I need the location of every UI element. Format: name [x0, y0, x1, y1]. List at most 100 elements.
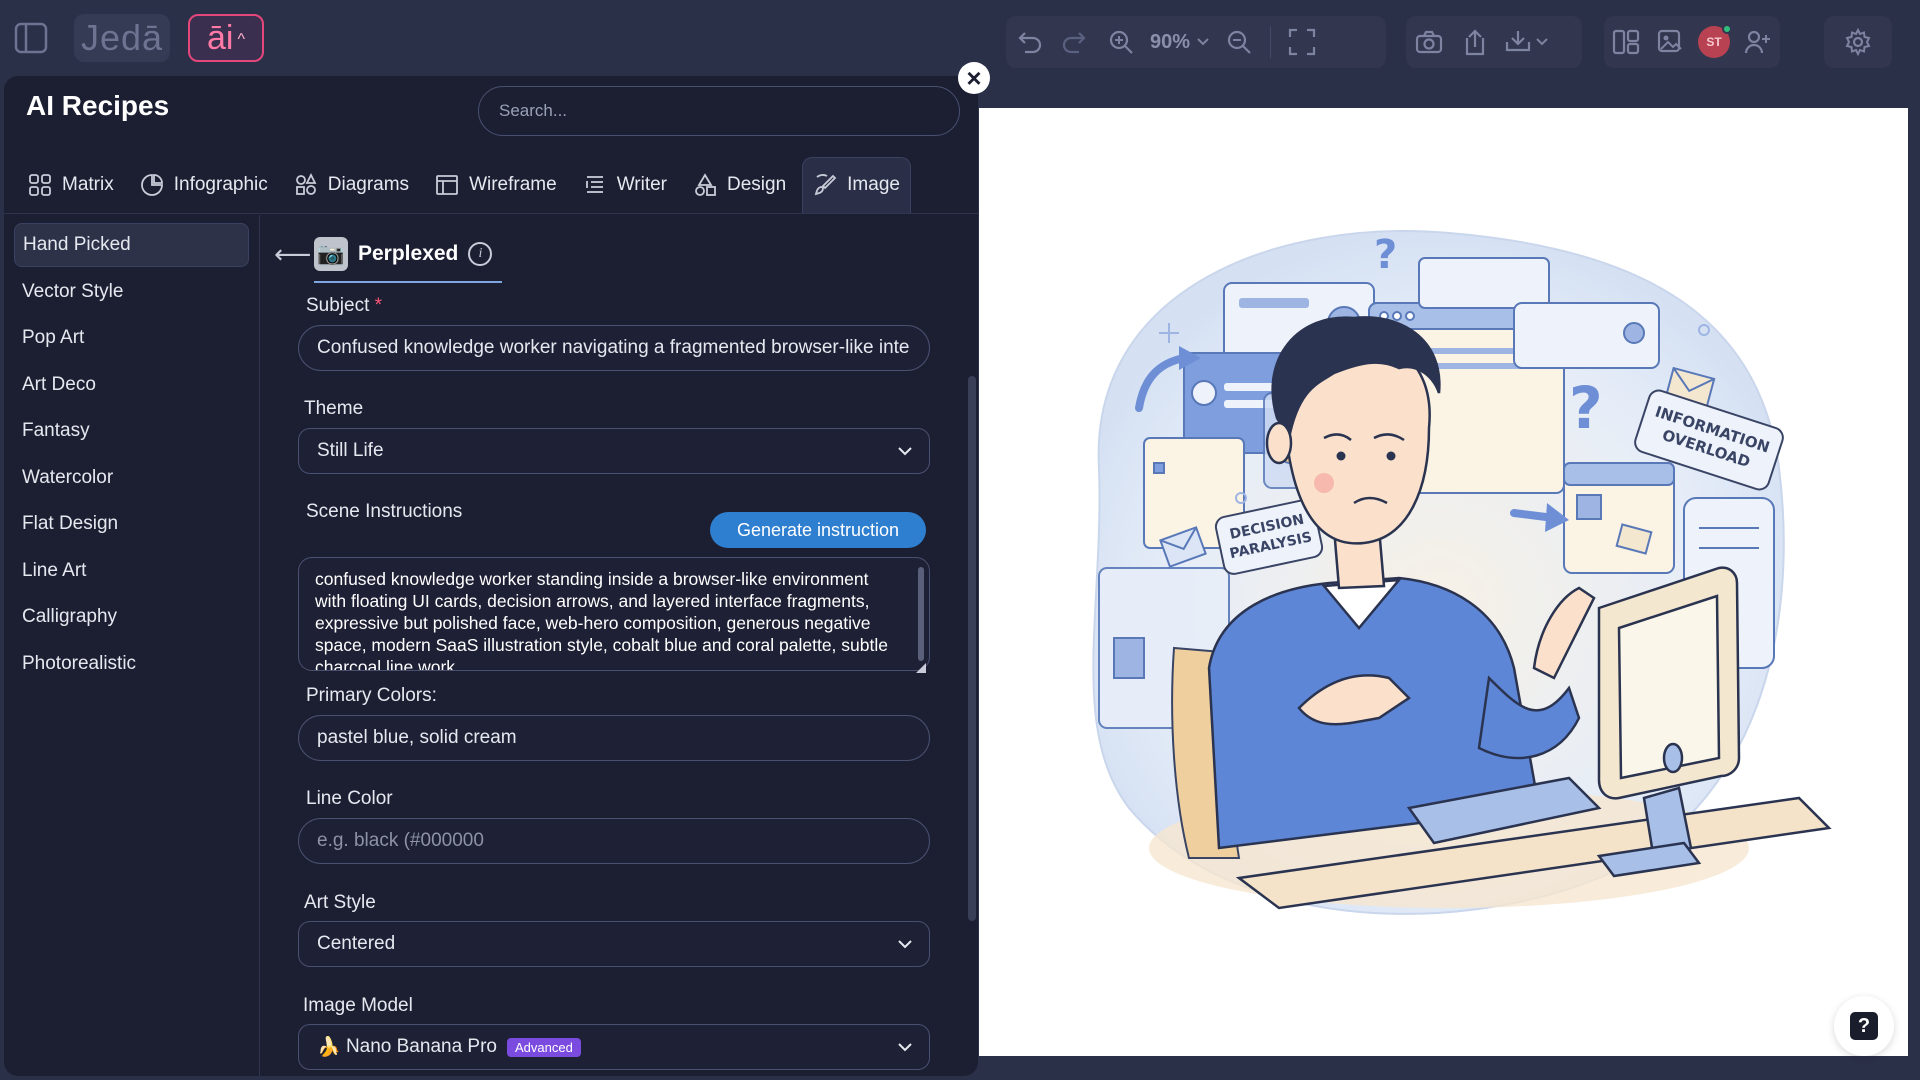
recipe-thumbnail: 📷 [314, 237, 348, 271]
zoom-in-button[interactable] [1098, 22, 1144, 62]
tab-design[interactable]: Design [683, 157, 796, 213]
tab-label: Image [847, 174, 900, 195]
help-button[interactable]: ? [1834, 996, 1894, 1056]
ai-recipes-panel: AI Recipes Matrix Infographic Diagrams W… [4, 76, 978, 1076]
category-item-calligraphy[interactable]: Calligraphy [14, 595, 249, 639]
art-style-label: Art Style [304, 892, 376, 913]
upload-button[interactable] [1452, 22, 1498, 62]
category-item-line-art[interactable]: Line Art [14, 549, 249, 593]
redo-button[interactable] [1052, 22, 1098, 62]
screenshot-button[interactable] [1406, 22, 1452, 62]
gallery-button[interactable] [1648, 22, 1692, 62]
svg-text:?: ? [1374, 232, 1397, 278]
primary-colors-input[interactable]: pastel blue, solid cream [298, 715, 930, 761]
image-model-select[interactable]: 🍌 Nano Banana Pro Advanced [298, 1024, 930, 1070]
undo-icon [1018, 32, 1042, 54]
brush-icon [814, 174, 837, 196]
fit-screen-button[interactable] [1279, 22, 1325, 62]
model-badge: Advanced [507, 1037, 581, 1057]
text-lines-icon [585, 175, 603, 193]
layout-button[interactable] [1604, 22, 1648, 62]
category-item-pop-art[interactable]: Pop Art [14, 316, 249, 360]
undo-button[interactable] [1006, 22, 1052, 62]
generated-illustration: ? ? DECISION PARALYSIS INFORMATION OVERL… [1092, 230, 1832, 915]
art-style-value: Centered [317, 933, 396, 954]
chevron-up-icon: ^ [237, 31, 245, 48]
add-user-button[interactable] [1736, 22, 1780, 62]
tab-matrix[interactable]: Matrix [18, 157, 124, 213]
tab-image[interactable]: Image [802, 156, 911, 213]
image-gallery-icon [1657, 29, 1682, 53]
toolbar-divider [1270, 26, 1272, 58]
tab-writer[interactable]: Writer [573, 157, 677, 213]
recipe-name: Perplexed [358, 242, 459, 265]
tab-label: Design [727, 173, 787, 195]
line-color-input[interactable]: e.g. black (#000000 [298, 818, 930, 864]
category-item-photorealistic[interactable]: Photorealistic [14, 642, 249, 686]
recipe-form: ⟵ 📷 Perplexed i Subject * Confused knowl… [266, 215, 978, 1076]
tab-wireframe[interactable]: Wireframe [425, 157, 567, 213]
primary-colors-label: Primary Colors: [306, 685, 437, 706]
category-item-fantasy[interactable]: Fantasy [14, 409, 249, 453]
chevron-down-icon [898, 940, 912, 949]
redo-icon [1062, 32, 1086, 54]
generate-instruction-button[interactable]: Generate instruction [710, 512, 926, 548]
ai-label: āi [207, 18, 234, 57]
avatar-initials: ST [1706, 35, 1722, 49]
required-marker: * [374, 295, 383, 316]
export-toolbar-group [1406, 16, 1582, 68]
question-mark-icon: ? [1850, 1012, 1878, 1040]
add-user-icon [1744, 30, 1770, 54]
art-style-select[interactable]: Centered [298, 921, 930, 967]
tab-diagrams[interactable]: Diagrams [284, 157, 419, 213]
image-model-value: Nano Banana Pro [345, 1036, 497, 1057]
settings-button[interactable] [1835, 22, 1881, 62]
zoom-value: 90% [1150, 30, 1191, 53]
scene-instructions-textarea[interactable]: confused knowledge worker standing insid… [298, 557, 930, 671]
chevron-down-icon [898, 1043, 912, 1052]
close-icon: × [966, 63, 982, 93]
chevron-down-icon [898, 447, 912, 456]
tab-label: Writer [616, 173, 667, 195]
category-item-flat-design[interactable]: Flat Design [14, 502, 249, 546]
logo-text: Jedā [80, 17, 164, 58]
ai-menu-button[interactable]: āi ^ [188, 14, 264, 62]
sidebar-toggle-button[interactable] [10, 18, 52, 58]
subject-label: Subject * [306, 295, 382, 317]
subject-input[interactable]: Confused knowledge worker navigating a f… [298, 325, 930, 371]
search-input[interactable] [478, 86, 960, 136]
panel-scrollbar[interactable] [968, 376, 976, 921]
avatar: ST [1698, 24, 1732, 58]
theme-value: Still Life [317, 440, 384, 461]
canvas-area[interactable]: ? ? DECISION PARALYSIS INFORMATION OVERL… [979, 108, 1908, 1056]
user-avatar-button[interactable]: ST [1692, 22, 1736, 62]
recipe-tabs: Matrix Infographic Diagrams Wireframe Wr… [4, 156, 978, 214]
top-toolbar: Jedā āi ^ 90% ST [0, 0, 1920, 76]
theme-select[interactable]: Still Life [298, 428, 930, 474]
textarea-scrollbar[interactable] [918, 567, 924, 661]
category-item-hand-picked[interactable]: Hand Picked [14, 223, 249, 267]
category-item-vector-style[interactable]: Vector Style [14, 270, 249, 314]
category-item-art-deco[interactable]: Art Deco [14, 363, 249, 407]
tab-infographic[interactable]: Infographic [130, 157, 278, 213]
chevron-down-icon [1197, 38, 1209, 46]
image-model-label: Image Model [303, 995, 413, 1016]
zoom-out-button[interactable] [1216, 22, 1262, 62]
zoom-select[interactable]: 90% [1144, 31, 1216, 54]
line-color-label: Line Color [306, 788, 393, 809]
close-panel-button[interactable]: × [958, 62, 990, 94]
banana-icon: 🍌 [317, 1037, 346, 1058]
camera-icon [1415, 30, 1443, 54]
settings-toolbar-group [1824, 16, 1892, 68]
grid-icon [29, 173, 51, 196]
sidebar-panel-icon [14, 22, 48, 54]
info-icon[interactable]: i [468, 242, 493, 266]
back-arrow-icon[interactable]: ⟵ [274, 239, 311, 270]
shapes-icon [295, 172, 317, 195]
download-button[interactable] [1498, 22, 1558, 62]
online-status-dot [1722, 24, 1732, 34]
app-logo[interactable]: Jedā [74, 14, 170, 62]
download-icon [1505, 31, 1548, 52]
category-item-watercolor[interactable]: Watercolor [14, 456, 249, 500]
category-sidebar: Hand Picked Vector Style Pop Art Art Dec… [4, 215, 260, 1076]
